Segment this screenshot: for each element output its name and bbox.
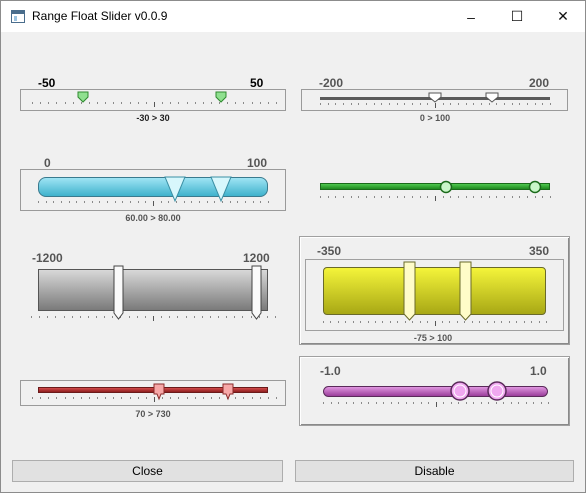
- slider-5[interactable]: [20, 264, 286, 324]
- slider-2-max-label: 200: [529, 76, 550, 90]
- slider-6-high-thumb[interactable]: [459, 261, 472, 321]
- app-icon: [11, 10, 25, 23]
- maximize-button[interactable]: ☐: [494, 1, 540, 32]
- slider-1-max-label: 50: [250, 76, 264, 90]
- slider-6-frame: [305, 259, 564, 331]
- slider-3-min-label: 0: [44, 156, 51, 170]
- minimize-button[interactable]: –: [448, 1, 494, 32]
- slider-7[interactable]: [20, 380, 286, 406]
- close-window-button[interactable]: ✕: [540, 1, 586, 32]
- slider-4[interactable]: [301, 170, 568, 210]
- window-title: Range Float Slider v0.0.9: [32, 9, 168, 23]
- slider-2-high-thumb[interactable]: [485, 92, 499, 103]
- slider-4-high-thumb[interactable]: [528, 180, 542, 194]
- slider-4-low-thumb[interactable]: [439, 180, 453, 194]
- slider-3-range-text: 60.00 > 80.00: [125, 213, 181, 223]
- slider-3[interactable]: [20, 169, 286, 211]
- slider-2-range-text: 0 > 100: [419, 113, 451, 123]
- slider-1-range-text: -30 > 30: [136, 113, 170, 123]
- slider-2-min-label: -200: [319, 76, 344, 90]
- slider-3-max-label: 100: [247, 156, 268, 170]
- slider-5-high-thumb[interactable]: [251, 265, 262, 320]
- close-button[interactable]: Close: [12, 460, 283, 482]
- slider-2[interactable]: [301, 89, 568, 111]
- title-bar: Range Float Slider v0.0.9 – ☐ ✕: [1, 1, 585, 32]
- disable-button[interactable]: Disable: [295, 460, 574, 482]
- slider-3-low-thumb[interactable]: [164, 176, 186, 203]
- slider-6-max-label: 350: [529, 244, 550, 258]
- slider-5-min-label: -1200: [32, 251, 63, 265]
- slider-6-min-label: -350: [317, 244, 342, 258]
- slider-6-range-text: -75 > 100: [413, 333, 453, 343]
- slider-1-min-label: -50: [38, 76, 56, 90]
- slider-8[interactable]: -1.0 1.0: [299, 356, 570, 426]
- app-window: Range Float Slider v0.0.9 – ☐ ✕ -50 50 -…: [0, 0, 586, 493]
- content-area: -50 50 -30 > 30 -200 200 0 > 100 0 100 6…: [1, 32, 585, 492]
- slider-2-low-thumb[interactable]: [428, 92, 442, 103]
- slider-1-high-thumb[interactable]: [215, 91, 227, 103]
- slider-7-low-thumb[interactable]: [153, 383, 165, 401]
- slider-5-low-thumb[interactable]: [113, 265, 124, 320]
- slider-1-low-thumb[interactable]: [77, 91, 89, 103]
- slider-7-high-thumb[interactable]: [222, 383, 234, 401]
- slider-3-high-thumb[interactable]: [210, 176, 232, 203]
- slider-5-max-label: 1200: [243, 251, 270, 265]
- slider-6-low-thumb[interactable]: [403, 261, 416, 321]
- slider-6[interactable]: -350 350 -75 > 100: [299, 236, 570, 345]
- slider-7-range-text: 70 > 730: [135, 409, 171, 419]
- slider-1[interactable]: [20, 89, 286, 111]
